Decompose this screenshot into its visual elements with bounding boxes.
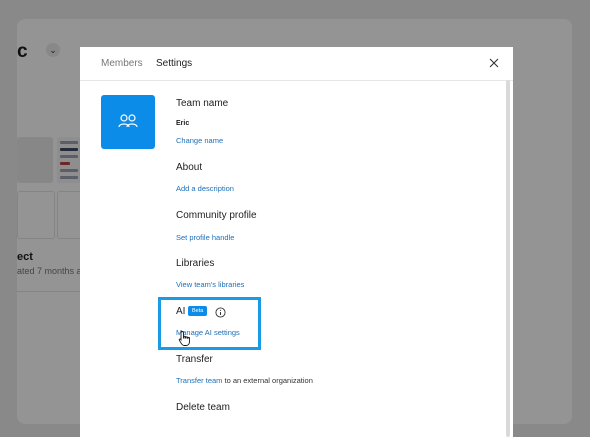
team-avatar[interactable]	[101, 95, 155, 149]
highlight-box	[158, 297, 261, 350]
transfer-team-link[interactable]: Transfer team	[176, 376, 222, 385]
team-name-value: Eric	[176, 120, 190, 127]
community-profile-heading: Community profile	[176, 210, 257, 221]
pointer-cursor-icon	[178, 330, 192, 347]
scrollbar[interactable]	[506, 80, 510, 437]
change-name-link[interactable]: Change name	[176, 136, 223, 145]
delete-team-heading[interactable]: Delete team	[176, 402, 230, 413]
set-profile-handle-link[interactable]: Set profile handle	[176, 233, 234, 242]
team-settings-modal: Members Settings Team name Eric Change n…	[80, 47, 513, 437]
tab-members[interactable]: Members	[101, 58, 143, 69]
transfer-team-row: Transfer team to an external organizatio…	[176, 376, 313, 385]
modal-header: Members Settings	[80, 47, 513, 81]
team-icon	[118, 114, 138, 128]
about-heading: About	[176, 162, 203, 173]
transfer-suffix: to an external organization	[224, 376, 313, 385]
libraries-heading: Libraries	[176, 258, 215, 269]
add-description-link[interactable]: Add a description	[176, 184, 234, 193]
tab-settings[interactable]: Settings	[156, 58, 192, 69]
team-name-heading: Team name	[176, 98, 229, 109]
close-icon[interactable]	[485, 54, 503, 72]
view-libraries-link[interactable]: View team's libraries	[176, 280, 244, 289]
transfer-heading: Transfer	[176, 354, 213, 365]
